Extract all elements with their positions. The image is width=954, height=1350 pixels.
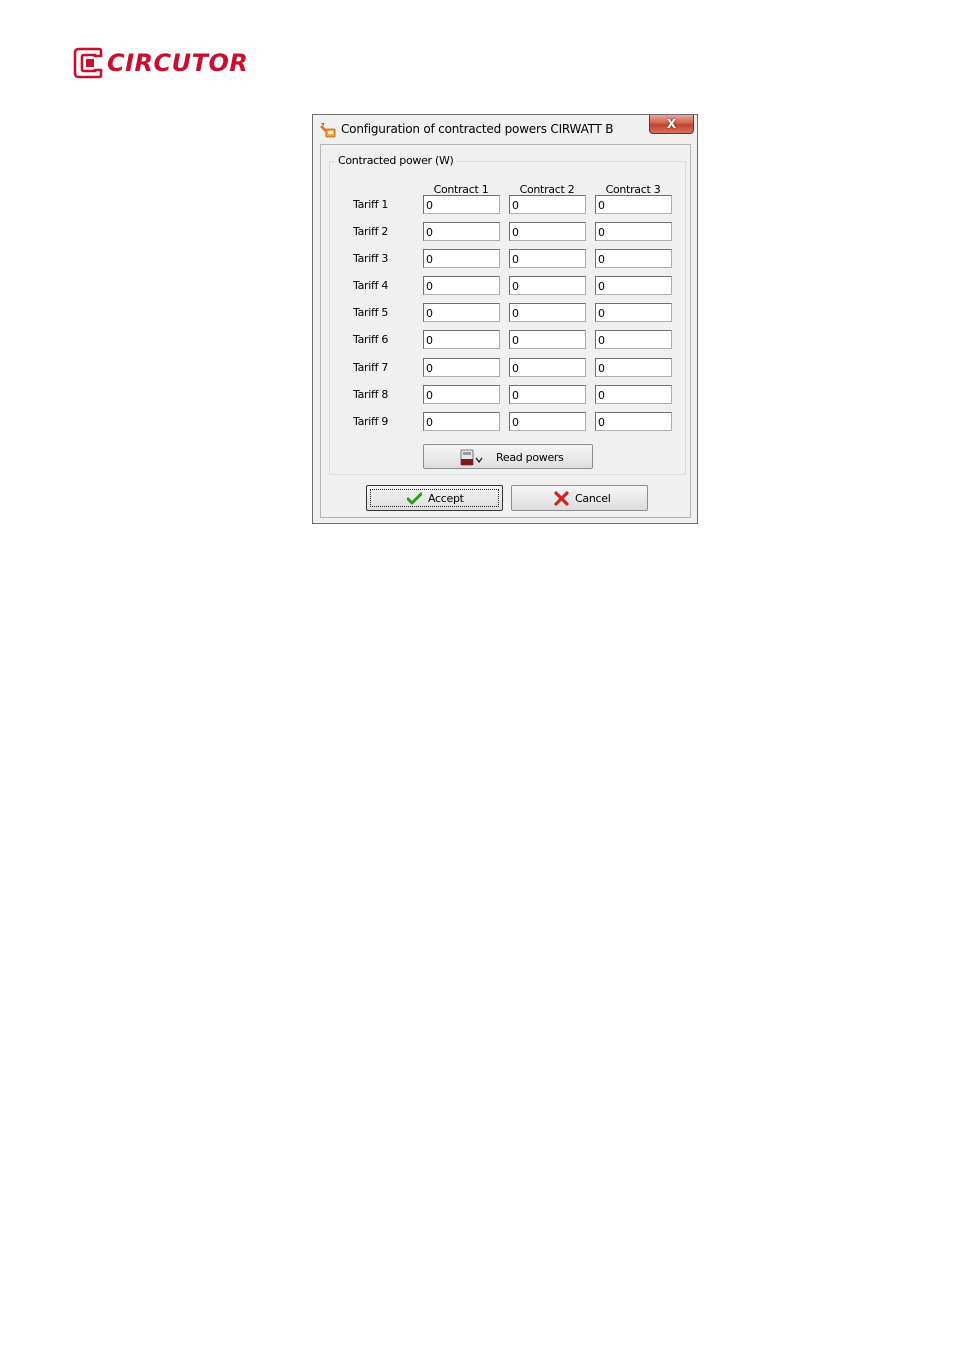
tariff-row: Tariff 5 [330,303,685,323]
tariff-5-contract-1-input[interactable] [423,303,500,322]
meter-download-icon [460,449,483,466]
tariff-1-contract-2-input[interactable] [509,195,586,214]
tariff-row: Tariff 3 [330,249,685,269]
tariff-9-contract-3-input[interactable] [595,412,672,431]
tariff-8-contract-2-input[interactable] [509,385,586,404]
tariff-label: Tariff 4 [353,279,389,292]
tariff-8-contract-3-input[interactable] [595,385,672,404]
logo-text: CIRCUTOR [107,49,249,77]
tariff-row: Tariff 4 [330,276,685,296]
tariff-row: Tariff 6 [330,330,685,350]
tariff-label: Tariff 5 [353,306,389,319]
accept-button[interactable]: Accept [366,485,503,511]
tariff-label: Tariff 3 [353,252,389,265]
circutor-logo-icon [73,47,103,79]
close-button[interactable]: X [649,115,694,134]
tariff-label: Tariff 6 [353,333,389,346]
window-title: Configuration of contracted powers CIRWA… [341,122,614,136]
circutor-logo: CIRCUTOR [73,46,248,80]
tariff-row: Tariff 8 [330,385,685,405]
cross-icon [554,491,569,506]
tariff-6-contract-2-input[interactable] [509,330,586,349]
tariff-row: Tariff 2 [330,222,685,242]
group-label: Contracted power (W) [335,154,457,167]
tariff-6-contract-3-input[interactable] [595,330,672,349]
tariff-8-contract-1-input[interactable] [423,385,500,404]
tariff-9-contract-2-input[interactable] [509,412,586,431]
tariff-label: Tariff 1 [353,198,389,211]
tariff-label: Tariff 8 [353,388,389,401]
tariff-5-contract-3-input[interactable] [595,303,672,322]
tariff-row: Tariff 7 [330,358,685,378]
tariff-label: Tariff 2 [353,225,389,238]
tariff-4-contract-2-input[interactable] [509,276,586,295]
title-bar[interactable]: Configuration of contracted powers CIRWA… [313,115,697,143]
tariff-6-contract-1-input[interactable] [423,330,500,349]
tariff-label: Tariff 7 [353,361,389,374]
tariff-3-contract-2-input[interactable] [509,249,586,268]
tariff-1-contract-1-input[interactable] [423,195,500,214]
tariff-label: Tariff 9 [353,415,389,428]
tariff-2-contract-1-input[interactable] [423,222,500,241]
tariff-4-contract-3-input[interactable] [595,276,672,295]
tariff-2-contract-2-input[interactable] [509,222,586,241]
tariff-5-contract-2-input[interactable] [509,303,586,322]
tariff-2-contract-3-input[interactable] [595,222,672,241]
cancel-label: Cancel [575,492,611,505]
tariff-row: Tariff 9 [330,412,685,432]
tariff-7-contract-2-input[interactable] [509,358,586,377]
tariff-1-contract-3-input[interactable] [595,195,672,214]
accept-label: Accept [428,492,464,505]
close-icon: X [666,117,677,131]
wrench-config-icon [320,123,336,138]
read-powers-button[interactable]: Read powers [423,444,593,469]
cancel-button[interactable]: Cancel [511,485,648,511]
config-window: Configuration of contracted powers CIRWA… [312,114,698,524]
read-powers-label: Read powers [496,451,564,464]
dialog-client-area: Contracted power (W) Contract 1 Contract… [320,144,691,518]
checkmark-icon [407,492,422,505]
contracted-power-group: Contracted power (W) Contract 1 Contract… [329,154,686,475]
tariff-3-contract-1-input[interactable] [423,249,500,268]
tariff-row: Tariff 1 [330,195,685,215]
tariff-7-contract-1-input[interactable] [423,358,500,377]
tariff-3-contract-3-input[interactable] [595,249,672,268]
tariff-7-contract-3-input[interactable] [595,358,672,377]
tariff-9-contract-1-input[interactable] [423,412,500,431]
tariff-4-contract-1-input[interactable] [423,276,500,295]
